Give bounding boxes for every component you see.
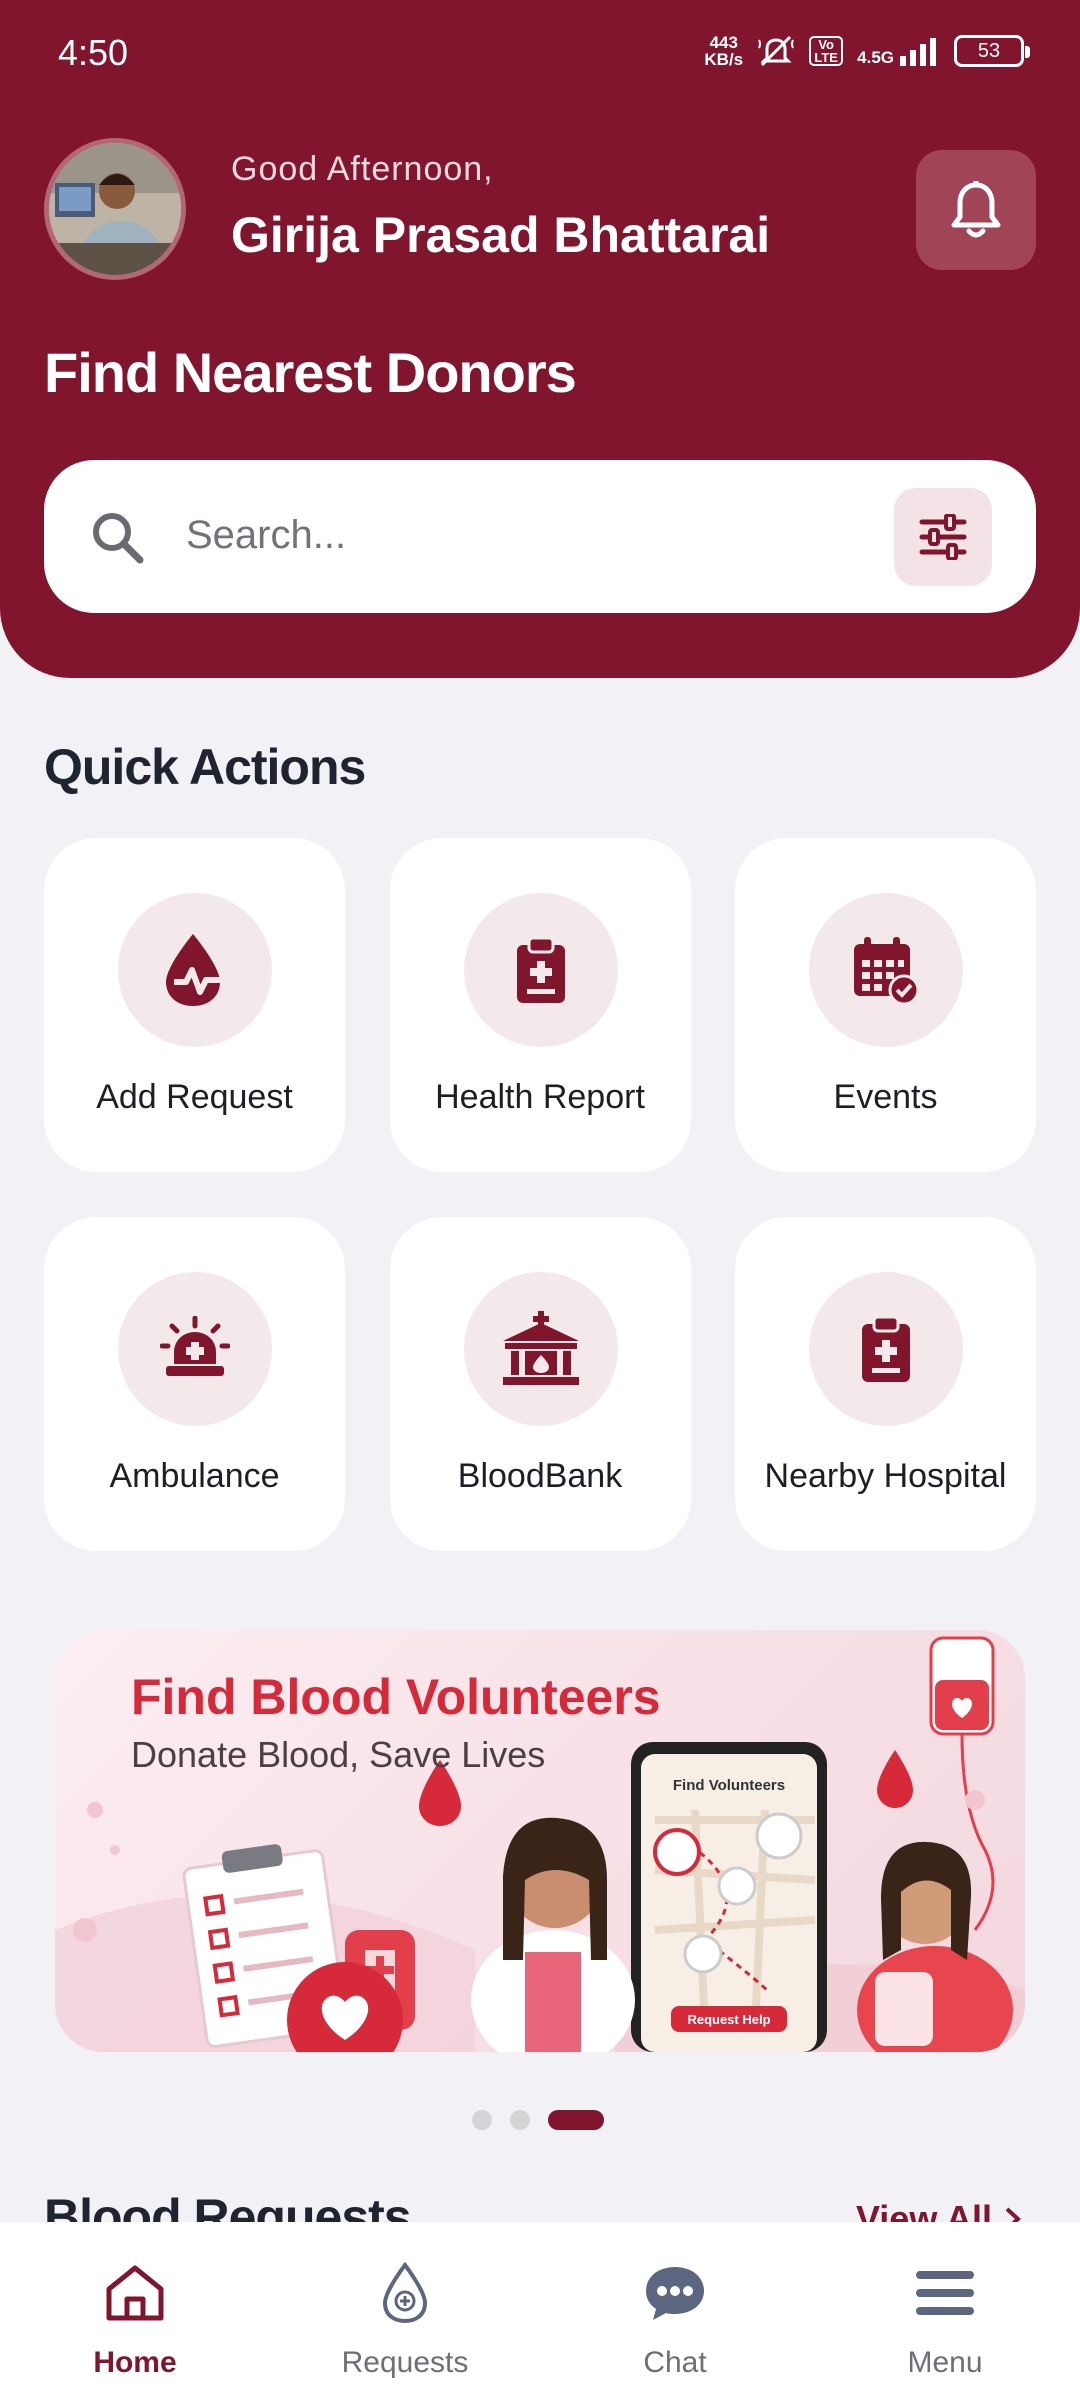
quick-action-label: Nearby Hospital (764, 1457, 1007, 1495)
siren-icon (160, 1316, 230, 1376)
nav-label: Home (93, 2346, 177, 2379)
network-speed: 443 KB/s (704, 33, 744, 69)
carousel-indicator (472, 2110, 604, 2130)
quick-action-health-report[interactable]: Health Report (389, 838, 691, 1172)
status-bar: 4:50 443 KB/s Vo LTE 4.5G 53 (0, 0, 1080, 110)
home-icon (106, 2265, 164, 2321)
blood-drop-plus-icon (382, 2261, 428, 2324)
greeting: Good Afternoon, (231, 150, 494, 188)
search-input[interactable] (186, 500, 786, 570)
nav-chat[interactable]: Chat (540, 2222, 810, 2400)
carousel-dot-active[interactable] (548, 2110, 604, 2130)
quick-action-bloodbank[interactable]: BloodBank (389, 1217, 691, 1551)
quick-action-add-request[interactable]: Add Request (44, 838, 345, 1172)
svg-text:Find Volunteers: Find Volunteers (673, 1777, 785, 1794)
clipboard-plus-icon (516, 936, 565, 1003)
status-time: 4:50 (58, 32, 129, 73)
search-bar (44, 460, 1036, 613)
quick-action-events[interactable]: Events (735, 838, 1036, 1172)
quick-action-label: BloodBank (457, 1457, 623, 1495)
carousel-dot[interactable] (510, 2110, 530, 2130)
quick-action-nearby-hospital[interactable]: Nearby Hospital (735, 1217, 1036, 1551)
banner-title: Find Blood Volunteers (131, 1669, 661, 1725)
user-name: Girija Prasad Bhattarai (231, 207, 771, 263)
quick-action-label: Add Request (96, 1078, 293, 1116)
profile-photo (49, 143, 181, 275)
nav-home[interactable]: Home (0, 2222, 270, 2400)
nav-label: Requests (341, 2346, 469, 2379)
quick-action-label: Health Report (435, 1078, 645, 1116)
avatar[interactable] (44, 138, 186, 280)
nav-menu[interactable]: Menu (810, 2222, 1080, 2400)
blood-drop-pulse-icon (166, 934, 226, 1006)
quick-actions-grid: Add Request Health Report Events Ambulan… (44, 838, 1036, 1551)
carousel-dot[interactable] (472, 2110, 492, 2130)
quick-action-label: Ambulance (109, 1457, 280, 1495)
bottom-navigation: Home Requests Chat Menu (0, 2222, 1080, 2400)
notification-button[interactable] (916, 150, 1036, 270)
quick-actions-title: Quick Actions (44, 739, 366, 795)
promo-banner[interactable]: Find Volunteers Request Help Find Blood … (55, 1630, 1025, 2052)
page-title: Find Nearest Donors (44, 341, 577, 404)
quick-action-ambulance[interactable]: Ambulance (44, 1217, 345, 1551)
bell-icon (951, 181, 1001, 238)
battery-icon: 53 (954, 35, 1030, 67)
svg-text:Request Help: Request Help (687, 2012, 770, 2027)
menu-icon (916, 2271, 974, 2315)
search-icon (93, 513, 144, 564)
bank-building-icon (502, 1311, 579, 1385)
volte-badge: Vo LTE (809, 36, 844, 66)
filter-button[interactable] (894, 488, 992, 586)
signal-icon: 4.5G (857, 36, 940, 66)
banner-subtitle: Donate Blood, Save Lives (131, 1734, 546, 1775)
status-icons: 443 KB/s Vo LTE 4.5G 53 (704, 33, 1030, 69)
chat-bubble-icon (646, 2267, 704, 2320)
nav-label: Chat (643, 2346, 707, 2379)
quick-action-label: Events (833, 1078, 938, 1116)
mute-bell-icon (758, 35, 795, 67)
calendar-check-icon (854, 937, 920, 1006)
clipboard-plus-icon (862, 1315, 910, 1382)
sliders-icon (919, 514, 967, 560)
nav-label: Menu (907, 2346, 983, 2379)
nav-requests[interactable]: Requests (270, 2222, 540, 2400)
